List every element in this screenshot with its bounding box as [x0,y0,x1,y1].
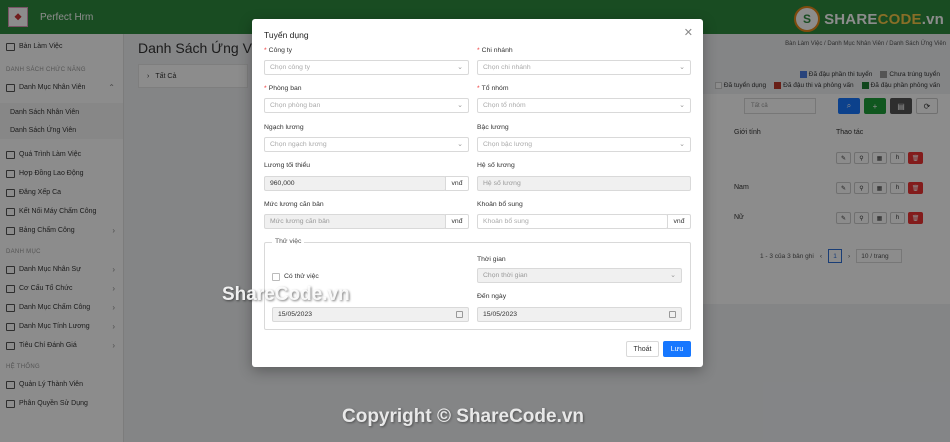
department-label: * Phòng ban [264,85,302,92]
min-salary-label: Lương tối thiểu [264,162,311,169]
salary-grade-select[interactable]: Chọn bậc lương ⌄ [477,137,691,152]
chevron-down-icon: ⌄ [679,64,685,71]
chevron-down-icon: ⌄ [679,102,685,109]
min-salary-input[interactable]: 960,000 [264,176,446,191]
to-date-picker[interactable]: 15/05/2023 [477,307,682,322]
salary-scale-label: Ngạch lương [264,124,304,131]
chevron-down-icon: ⌄ [457,64,463,71]
calendar-icon [669,311,676,318]
currency-addon: vnđ [445,176,469,191]
currency-addon: vnđ [445,214,469,229]
watermark-copyright: Copyright © ShareCode.vn [342,406,585,427]
base-salary-input[interactable]: Mức lương căn bản [264,214,446,229]
coefficient-label: Hệ số lương [477,162,515,169]
from-date-picker[interactable]: 15/05/2023 [272,307,469,322]
probation-checkbox-label[interactable]: Có thử việc [284,273,319,280]
branch-select[interactable]: Chọn chi nhánh ⌄ [477,60,691,75]
probation-checkbox[interactable] [272,273,280,281]
group-select[interactable]: Chọn tổ nhóm ⌄ [477,98,691,113]
exit-button[interactable]: Thoát [626,341,659,357]
time-select[interactable]: Chọn thời gian ⌄ [477,268,682,283]
close-icon[interactable]: ✕ [684,26,693,39]
company-label: * Công ty [264,47,293,54]
time-label: Thời gian [477,256,506,263]
modal-title: Tuyển dụng [264,30,309,40]
salary-grade-label: Bậc lương [477,124,509,131]
department-select[interactable]: Chọn phòng ban ⌄ [264,98,469,113]
probation-legend: Thử việc [272,238,305,245]
calendar-icon [456,311,463,318]
watermark-center: ShareCode.vn [222,284,350,305]
currency-addon: vnđ [667,214,691,229]
extra-input[interactable]: Khoản bổ sung [477,214,668,229]
extra-label: Khoản bổ sung [477,201,523,208]
company-select[interactable]: Chọn công ty ⌄ [264,60,469,75]
chevron-down-icon: ⌄ [679,141,685,148]
save-button[interactable]: Lưu [663,341,691,357]
chevron-down-icon: ⌄ [670,272,676,279]
recruitment-modal: Tuyển dụng ✕ * Công ty Chọn công ty ⌄ * Chi… [252,19,703,367]
group-label: * Tổ nhóm [477,85,509,92]
branch-label: * Chi nhánh [477,47,513,54]
chevron-down-icon: ⌄ [457,141,463,148]
base-salary-label: Mức lương căn bản [264,201,324,208]
to-date-label: Đến ngày [477,293,507,300]
salary-scale-select[interactable]: Chọn ngạch lương ⌄ [264,137,469,152]
chevron-down-icon: ⌄ [457,102,463,109]
coefficient-input[interactable]: Hệ số lương [477,176,691,191]
